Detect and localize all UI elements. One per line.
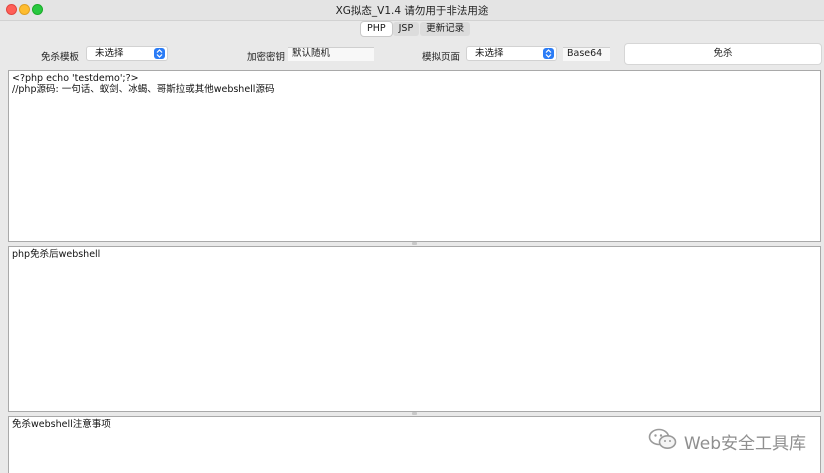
template-select[interactable]: 未选择	[86, 46, 168, 61]
app-window: XG拟态_V1.4 请勿用于非法用途 PHP JSP 更新记录 免杀模板 未选择…	[0, 0, 824, 473]
chevron-updown-icon	[543, 48, 554, 59]
template-label: 免杀模板	[41, 52, 80, 63]
tab-changelog[interactable]: 更新记录	[420, 22, 471, 36]
tab-php[interactable]: PHP	[361, 22, 392, 36]
template-select-value: 未选择	[95, 48, 124, 59]
page-label: 模拟页面	[422, 52, 461, 63]
key-input[interactable]: 默认随机	[288, 47, 374, 61]
source-line: //php源码: 一句话、蚁剑、冰蝎、哥斯拉或其他webshell源码	[12, 84, 275, 95]
output-pane[interactable]: php免杀后webshell	[8, 246, 821, 412]
source-line: <?php echo 'testdemo';?>	[12, 73, 139, 84]
title-bar: XG拟态_V1.4 请勿用于非法用途	[0, 0, 824, 21]
obfuscate-button[interactable]: 免杀	[624, 43, 822, 65]
page-select[interactable]: 未选择	[466, 46, 557, 61]
tab-jsp[interactable]: JSP	[392, 22, 420, 36]
window-title: XG拟态_V1.4 请勿用于非法用途	[335, 5, 489, 17]
key-label: 加密密钥	[247, 52, 286, 63]
chevron-updown-icon	[154, 48, 165, 59]
output-text: php免杀后webshell	[12, 249, 101, 260]
watermark-text: Web安全工具库	[683, 434, 806, 454]
splitter-grip-icon	[412, 242, 417, 245]
page-select-value: 未选择	[475, 48, 504, 59]
wechat-icon	[648, 428, 678, 455]
tab-bar: PHP JSP 更新记录	[361, 22, 471, 36]
watermark: Web安全工具库	[648, 428, 806, 455]
options-toolbar: 免杀模板 未选择 加密密钥 默认随机 模拟页面 未选择 Base64 免杀	[5, 42, 822, 66]
splitter-grip-icon	[412, 412, 417, 415]
encoding-field[interactable]: Base64	[563, 47, 610, 61]
source-code-pane[interactable]: <?php echo 'testdemo';?> //php源码: 一句话、蚁剑…	[8, 70, 821, 242]
